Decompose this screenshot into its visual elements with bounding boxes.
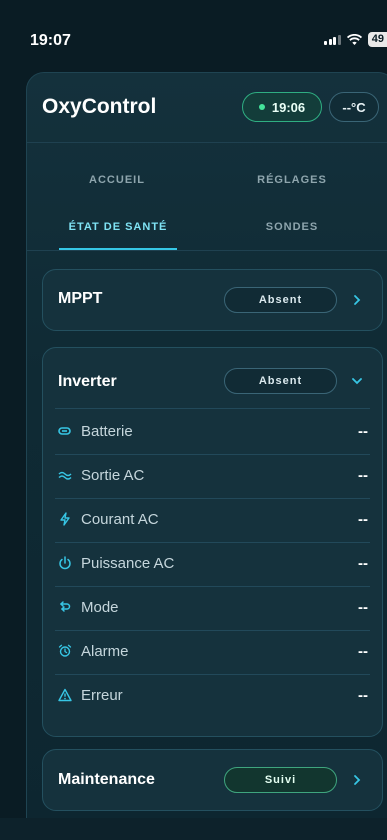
mppt-status-badge: Absent [224, 287, 337, 313]
status-time: 19:07 [30, 32, 71, 49]
tab-accueil[interactable]: ACCUEIL [57, 174, 177, 186]
signal-icon [324, 34, 341, 45]
row-label: Courant AC [81, 511, 159, 528]
row-divider [55, 408, 370, 409]
row-value: -- [358, 555, 368, 572]
bottom-edge [0, 818, 387, 840]
list-item-batterie: Batterie -- [43, 410, 382, 454]
tabs-divider [27, 250, 387, 251]
list-item-alarme: Alarme -- [43, 630, 382, 674]
list-item-puissance-ac: Puissance AC -- [43, 542, 382, 586]
clock-pill[interactable]: 19:06 [242, 92, 322, 122]
row-value: -- [358, 643, 368, 660]
header: OxyControl 19:06 --°C [27, 73, 387, 143]
loop-arrow-icon [59, 601, 71, 612]
row-label: Puissance AC [81, 555, 175, 572]
wave-icon [58, 471, 72, 480]
row-value: -- [358, 687, 368, 704]
list-item-sortie-ac: Sortie AC -- [43, 454, 382, 498]
temperature-pill[interactable]: --°C [329, 92, 379, 122]
maintenance-status-badge: Suivi [224, 767, 337, 793]
alarm-clock-icon [58, 644, 72, 657]
list-item-mode: Mode -- [43, 586, 382, 630]
mppt-card[interactable]: MPPT Absent [42, 269, 383, 331]
lightning-icon [60, 512, 70, 526]
row-label: Batterie [81, 423, 133, 440]
warning-triangle-icon [58, 688, 72, 702]
row-value: -- [358, 599, 368, 616]
tab-etat-de-sante[interactable]: ÉTAT DE SANTÉ [53, 221, 183, 233]
maintenance-title: Maintenance [58, 771, 155, 788]
power-icon [59, 556, 71, 570]
row-label: Erreur [81, 687, 123, 704]
battery-indicator: 49 [367, 32, 387, 47]
chevron-right-icon[interactable] [350, 293, 364, 307]
chevron-right-icon[interactable] [350, 773, 364, 787]
row-value: -- [358, 467, 368, 484]
row-value: -- [358, 511, 368, 528]
inverter-title: Inverter [58, 373, 117, 390]
inverter-card: Inverter Absent Batterie -- Sortie AC -- [42, 347, 383, 737]
temperature-value: --°C [342, 99, 366, 115]
chevron-down-icon[interactable] [350, 374, 364, 388]
tab-reglages[interactable]: RÉGLAGES [227, 174, 357, 186]
row-label: Mode [81, 599, 119, 616]
inverter-status-badge: Absent [224, 368, 337, 394]
list-item-courant-ac: Courant AC -- [43, 498, 382, 542]
app-title: OxyControl [42, 95, 157, 118]
row-label: Sortie AC [81, 467, 145, 484]
list-item-erreur: Erreur -- [43, 674, 382, 718]
wifi-icon [346, 33, 362, 45]
online-dot-icon [258, 104, 265, 110]
status-icons: 49 [324, 32, 387, 47]
row-value: -- [358, 423, 368, 440]
tab-sondes[interactable]: SONDES [227, 221, 357, 233]
status-bar: 19:07 49 [0, 0, 387, 64]
app-panel: OxyControl 19:06 --°C ACCUEIL RÉGLAGES É… [26, 72, 387, 840]
mppt-title: MPPT [58, 290, 103, 307]
battery-icon [58, 427, 71, 435]
row-label: Alarme [81, 643, 129, 660]
maintenance-card[interactable]: Maintenance Suivi [42, 749, 383, 811]
clock-pill-time: 19:06 [271, 99, 306, 115]
